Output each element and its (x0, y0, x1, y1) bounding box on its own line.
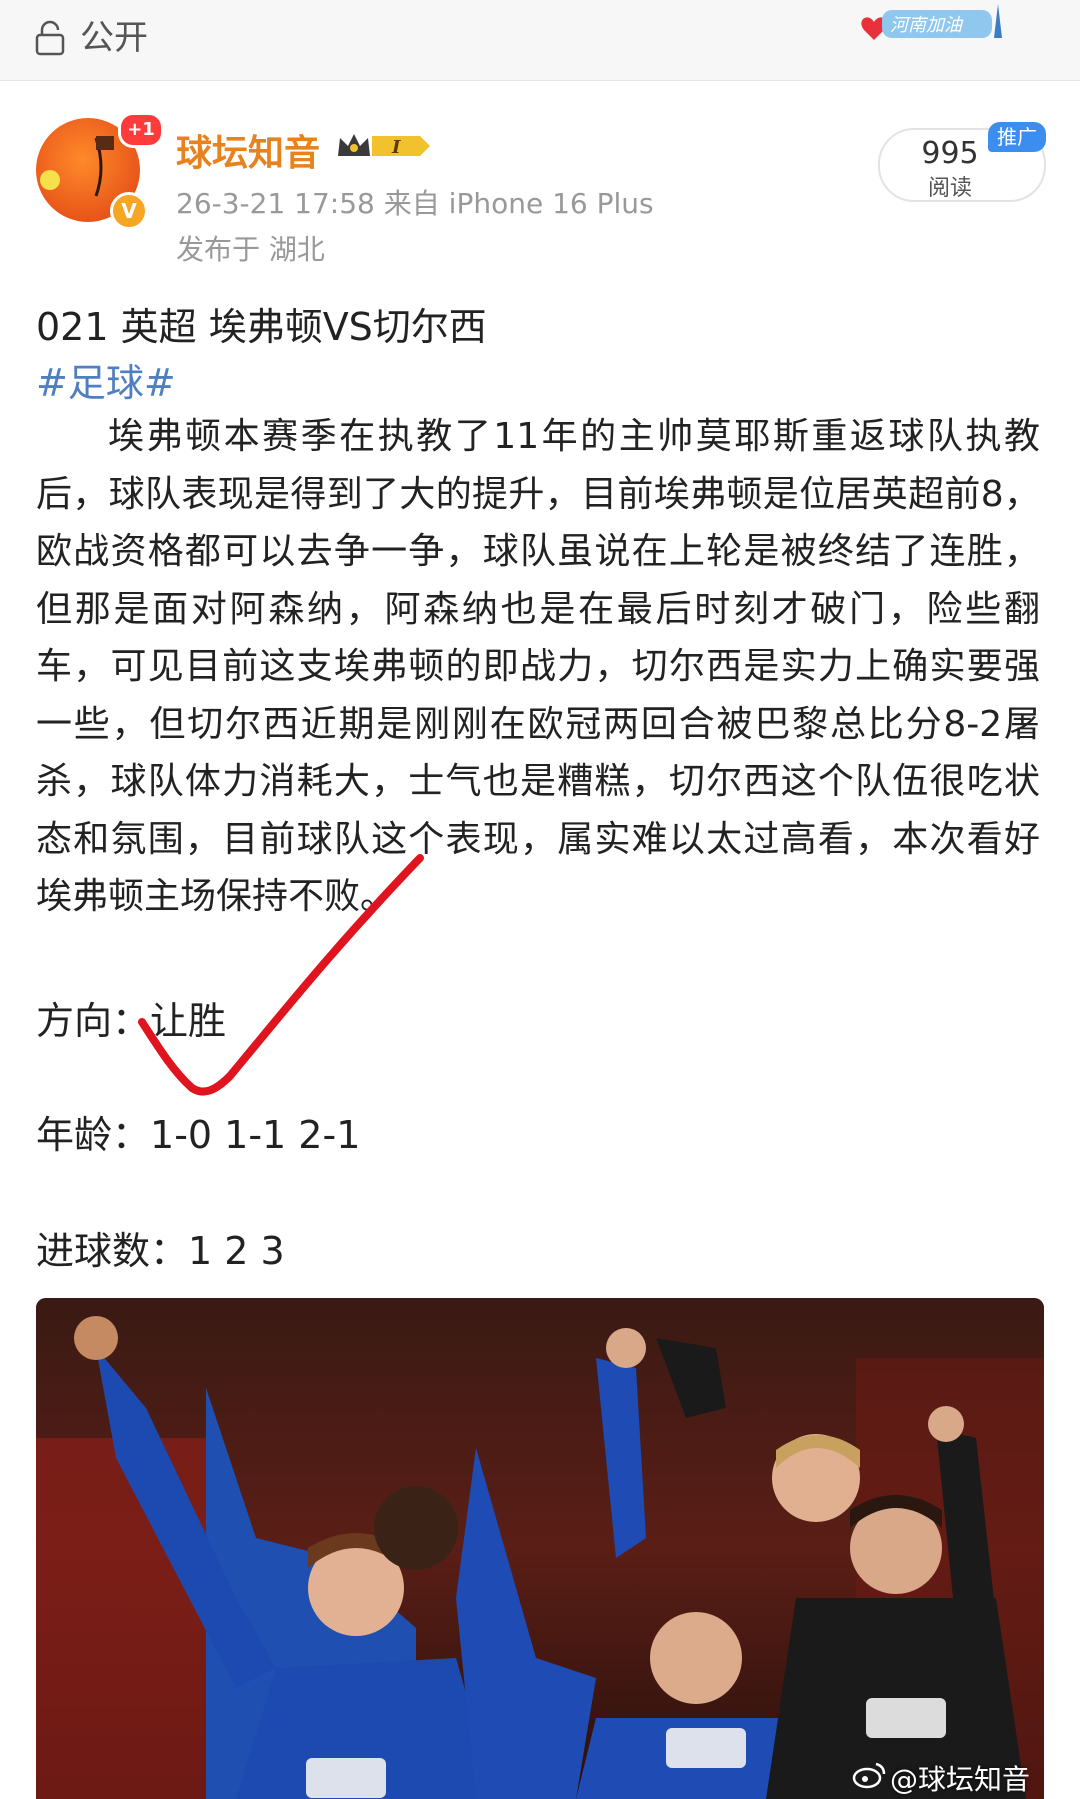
avatar-notification-badge: +1 (118, 112, 164, 148)
weibo-watermark: @球坛知音 (890, 1763, 1031, 1796)
field-goals-label: 进球数： (36, 1229, 189, 1273)
read-label: 阅读 (927, 176, 972, 201)
hashtag-link[interactable]: #足球# (36, 352, 176, 407)
author-name[interactable]: 球坛知音 (176, 124, 320, 176)
field-direction-label: 方向： (36, 999, 151, 1043)
visibility-selector[interactable]: 公开 (34, 18, 148, 58)
lock-icon (35, 20, 65, 56)
field-goals-value: 1 2 3 (188, 1229, 285, 1273)
field-goals: 进球数：1 2 3 (36, 1220, 285, 1275)
field-age-value: 1-0 1-1 2-1 (150, 1113, 361, 1157)
crown-rank-badge-icon: I (338, 134, 430, 158)
football-celebration-image (36, 1298, 1044, 1799)
weibo-logo-icon (852, 1762, 886, 1789)
author-avatar[interactable]: +1 V (36, 112, 164, 230)
banner-text: 河南加油 (890, 15, 964, 36)
post-title: 021 英超 埃弗顿VS切尔西 (36, 305, 487, 349)
read-count: 995 (921, 136, 979, 171)
field-direction: 方向：让胜 (36, 990, 226, 1045)
post-body: 埃弗顿本赛季在执教了11年的主帅莫耶斯重返球队执教后，球队表现是得到了大的提升，… (36, 416, 1040, 917)
top-bar: 公开 河南加油 (0, 0, 1080, 81)
verified-icon: V (110, 192, 148, 230)
read-count-box[interactable]: 995 阅读 推广 (878, 122, 1046, 202)
field-age-label: 年龄： (36, 1113, 151, 1157)
henan-banner-logo: 河南加油 (861, 4, 1002, 40)
field-direction-value: 让胜 (150, 999, 227, 1043)
rank-badge-label: I (391, 137, 401, 158)
promote-tag[interactable]: 推广 (988, 122, 1046, 152)
post-location: 发布于 湖北 (176, 233, 325, 266)
field-age: 年龄：1-0 1-1 2-1 (36, 1104, 360, 1159)
visibility-label: 公开 (80, 18, 148, 58)
post-image[interactable] (36, 1298, 1044, 1799)
post-meta: 26-3-21 17:58 来自 iPhone 16 Plus (176, 187, 654, 220)
